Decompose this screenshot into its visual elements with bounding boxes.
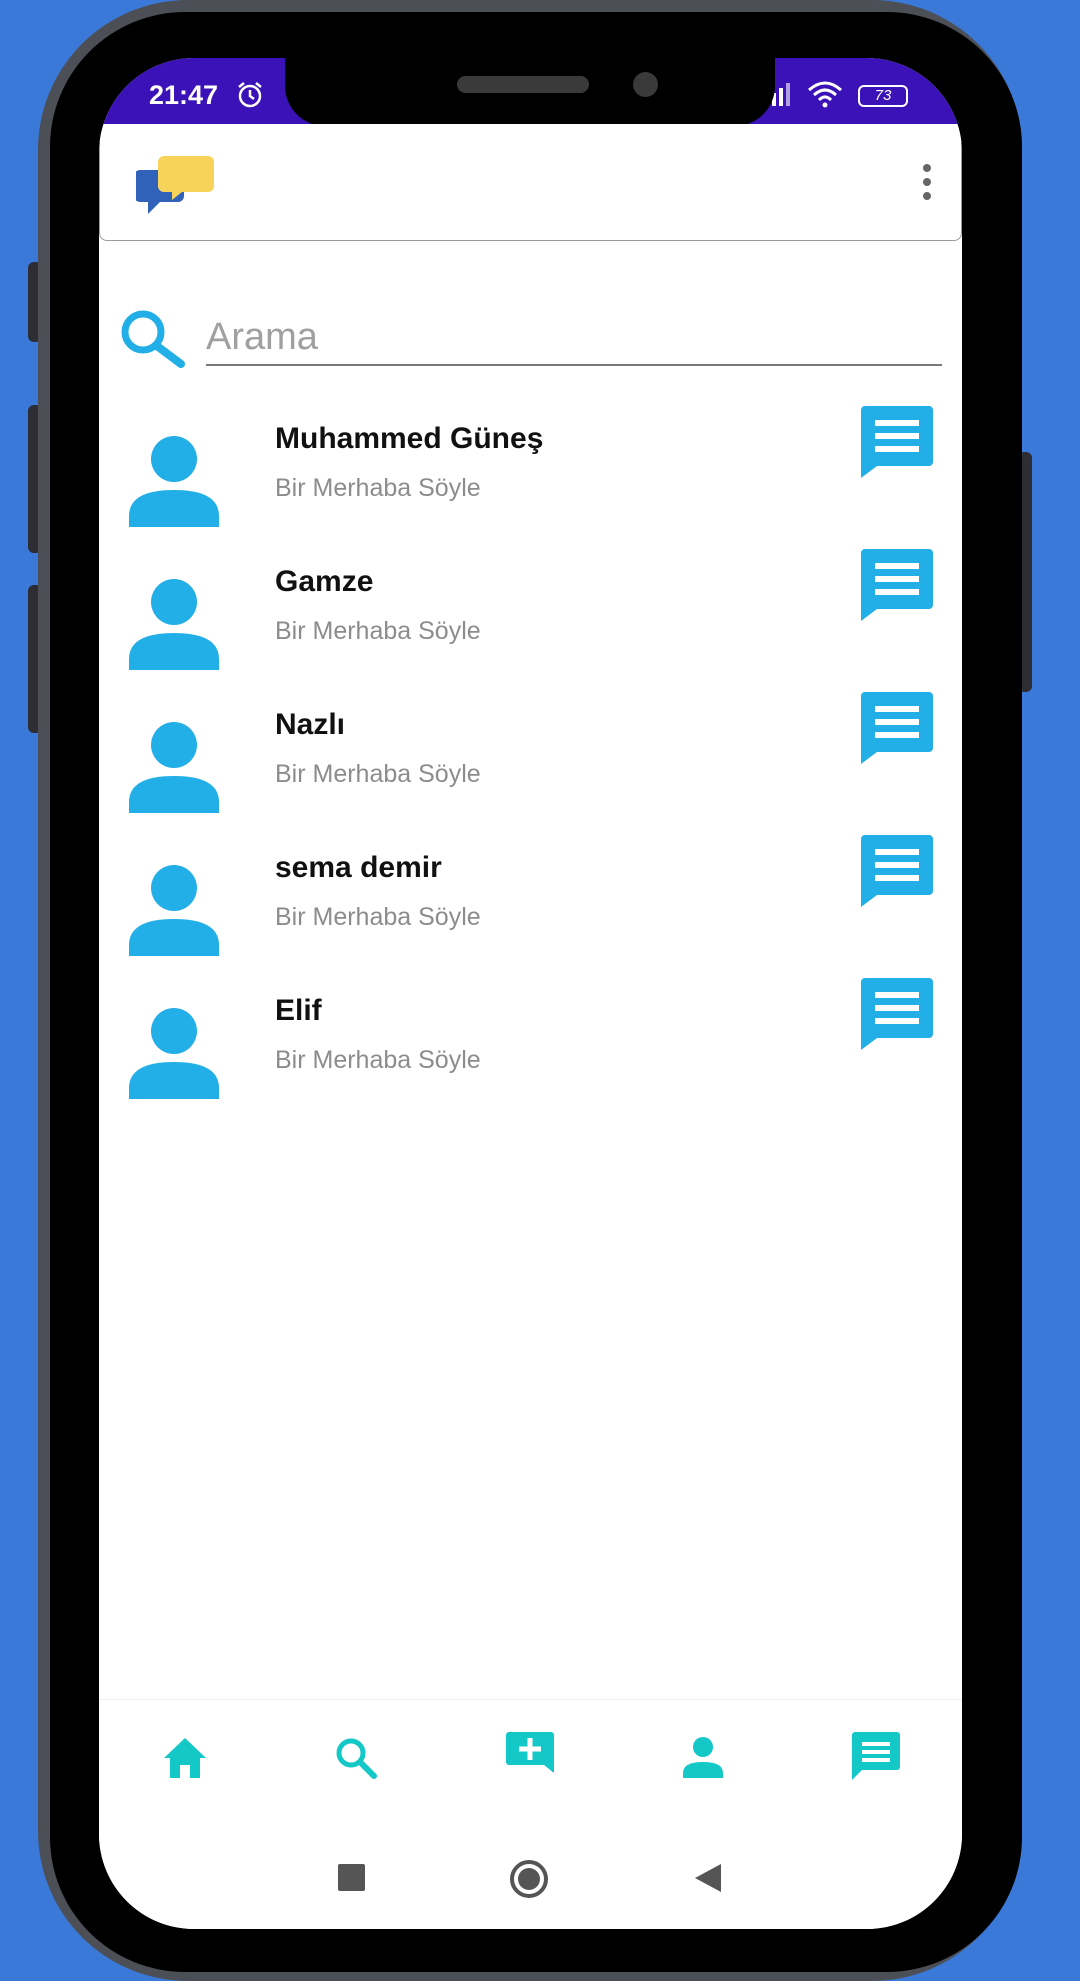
contact-name: Muhammed Güneş — [275, 422, 544, 455]
search-underline — [206, 364, 942, 366]
home-button[interactable] — [510, 1860, 548, 1898]
contact-item[interactable]: Nazlı Bir Merhaba Söyle — [99, 692, 962, 848]
avatar-icon — [129, 1008, 219, 1099]
camera-notch — [285, 58, 775, 126]
person-icon[interactable] — [682, 1736, 724, 1778]
search-icon[interactable] — [334, 1736, 378, 1780]
message-icon[interactable] — [861, 406, 933, 478]
avatar-icon — [129, 436, 219, 527]
contact-item[interactable]: sema demir Bir Merhaba Söyle — [99, 835, 962, 991]
battery-icon: 73 — [858, 85, 908, 107]
contact-name: Nazlı — [275, 708, 346, 741]
bottom-nav — [99, 1699, 962, 1825]
search-icon — [121, 310, 185, 368]
contact-item[interactable]: Muhammed Güneş Bir Merhaba Söyle — [99, 406, 962, 562]
alarm-icon — [238, 82, 262, 108]
search-bar[interactable]: Arama — [119, 308, 942, 378]
contact-status: Bir Merhaba Söyle — [275, 474, 481, 502]
contact-item[interactable]: Gamze Bir Merhaba Söyle — [99, 549, 962, 705]
contact-name: Elif — [275, 994, 322, 1027]
home-icon[interactable] — [162, 1736, 208, 1780]
contact-status: Bir Merhaba Söyle — [275, 760, 481, 788]
chat-bubbles-logo-icon — [136, 156, 214, 214]
wifi-icon — [808, 81, 842, 108]
system-nav-bar — [99, 1824, 962, 1929]
message-icon[interactable] — [861, 549, 933, 621]
contact-name: Gamze — [275, 565, 374, 598]
contact-status: Bir Merhaba Söyle — [275, 903, 481, 931]
contact-name: sema demir — [275, 851, 442, 884]
battery-level: 73 — [874, 87, 892, 104]
app-bar — [99, 124, 962, 241]
recents-button[interactable] — [338, 1864, 365, 1891]
screen: 21:47 73 Arama Muhammed Güneş Bir Merhab… — [99, 58, 962, 1929]
contact-item[interactable]: Elif Bir Merhaba Söyle — [99, 978, 962, 1134]
more-vert-icon[interactable] — [923, 164, 931, 206]
message-icon[interactable] — [861, 692, 933, 764]
contact-status: Bir Merhaba Söyle — [275, 617, 481, 645]
avatar-icon — [129, 722, 219, 813]
contact-status: Bir Merhaba Söyle — [275, 1046, 481, 1074]
search-input[interactable]: Arama — [206, 316, 318, 359]
message-icon[interactable] — [852, 1732, 900, 1782]
status-time: 21:47 — [149, 80, 219, 110]
avatar-icon — [129, 865, 219, 956]
message-icon[interactable] — [861, 978, 933, 1050]
message-icon[interactable] — [861, 835, 933, 907]
front-camera — [633, 72, 658, 97]
earpiece-speaker — [457, 76, 589, 93]
avatar-icon — [129, 579, 219, 670]
back-button[interactable] — [693, 1862, 723, 1894]
add-chat-icon[interactable] — [506, 1732, 554, 1784]
